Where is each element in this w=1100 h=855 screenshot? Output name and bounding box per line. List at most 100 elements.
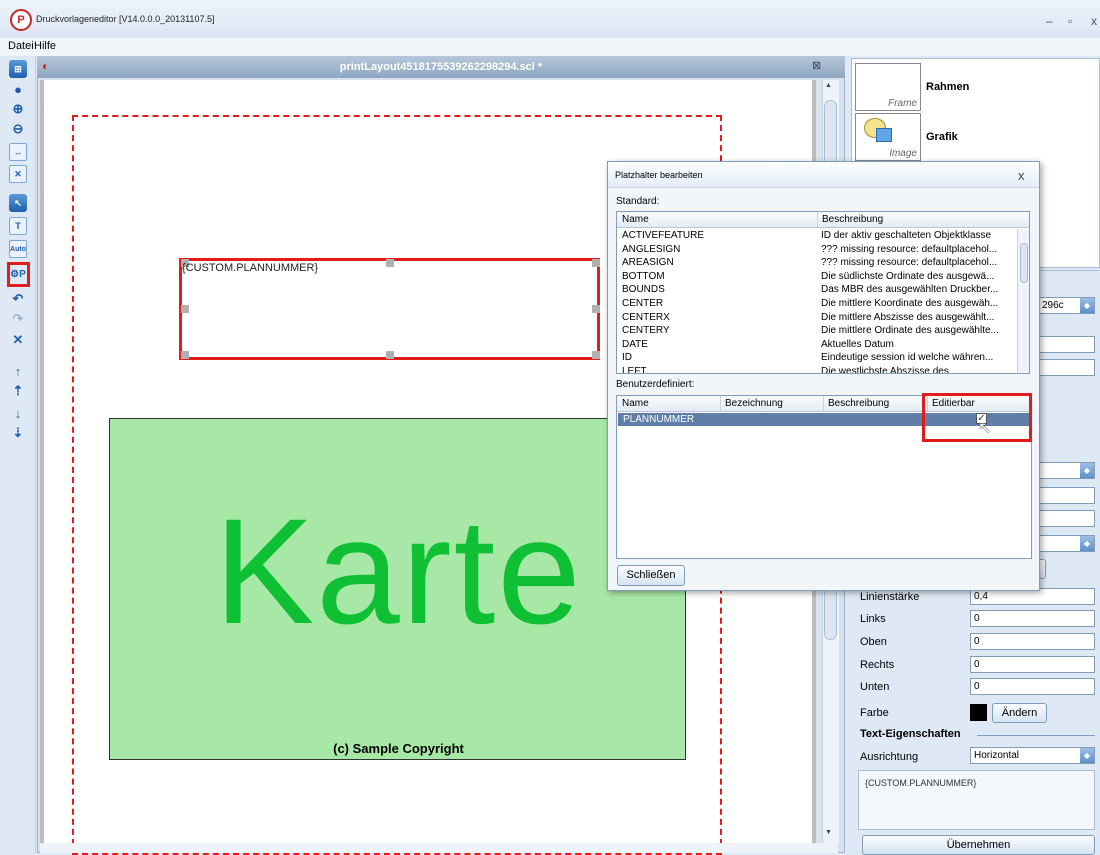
bring-forward-icon[interactable]: ↑	[9, 362, 27, 380]
page-format-combo[interactable]: 296c ◆	[1038, 297, 1095, 314]
oben-label: Oben	[860, 636, 887, 648]
table-row[interactable]: ANGLESIGN ??? missing resource: defaultpl…	[617, 243, 1017, 257]
rechts-field[interactable]: 0	[970, 656, 1095, 673]
undo-icon[interactable]: ↶	[9, 290, 27, 308]
table-row[interactable]: AREASIGN ??? missing resource: defaultpla…	[617, 256, 1017, 270]
table-row[interactable]: CENTERX Die mittlere Abszisse des ausgewä…	[617, 311, 1017, 325]
oben-field[interactable]: 0	[970, 633, 1095, 650]
redo-icon[interactable]: ↷	[9, 310, 27, 328]
chevron-down-icon: ◆	[1080, 298, 1094, 313]
fit-page-icon[interactable]: ✕	[9, 165, 27, 183]
property-field[interactable]	[1038, 487, 1095, 504]
column-beschreibung[interactable]: Beschreibung	[817, 212, 883, 227]
name-cell: CENTER	[622, 297, 664, 309]
document-icon: ◐	[42, 59, 50, 73]
aendern-button[interactable]: Ändern	[992, 703, 1047, 723]
library-item-image[interactable]: Image	[855, 113, 921, 161]
chevron-down-icon: ◆	[1080, 536, 1094, 551]
scroll-thumb[interactable]	[1020, 243, 1028, 283]
property-field[interactable]	[1038, 359, 1095, 376]
table-row[interactable]: BOTTOM Die südlichste Ordinate des ausgew…	[617, 270, 1017, 284]
farbe-swatch[interactable]	[970, 704, 987, 721]
chevron-down-icon: ◆	[1080, 748, 1094, 763]
standard-table-scrollbar[interactable]	[1017, 229, 1029, 373]
table-row[interactable]: ACTIVEFEATURE ID der aktiv geschalteten O…	[617, 229, 1017, 243]
placeholder-text: {CUSTOM.PLANNUMMER}	[182, 262, 319, 274]
ausrichtung-select[interactable]: Horizontal ◆	[970, 747, 1095, 764]
property-combo[interactable]: ◆	[1038, 535, 1095, 552]
property-field[interactable]	[1038, 336, 1095, 353]
document-close-button[interactable]: ⊠	[812, 59, 821, 72]
resize-handle[interactable]	[592, 259, 600, 267]
close-window-button[interactable]: x	[1091, 14, 1097, 28]
name-cell: LEFT	[622, 365, 647, 374]
description-cell: Die westlichste Abszisse des ...	[821, 365, 960, 374]
resize-handle[interactable]	[592, 305, 600, 313]
column-name[interactable]: Name	[622, 396, 649, 411]
table-row[interactable]: CENTER Die mittlere Koordinate des ausgew…	[617, 297, 1017, 311]
pan-icon[interactable]: ●	[9, 80, 27, 98]
description-cell: Die mittlere Koordinate des ausgewäh...	[821, 297, 999, 309]
description-cell: ??? missing resource: defaultplacehol...	[821, 257, 998, 269]
scroll-down-icon[interactable]: ▼	[825, 829, 832, 836]
name-cell: DATE	[622, 338, 648, 350]
property-field[interactable]	[1038, 510, 1095, 527]
resize-handle[interactable]	[592, 351, 600, 359]
description-cell: Das MBR des ausgewählten Druckber...	[821, 284, 999, 296]
description-cell: ??? missing resource: defaultplacehol...	[821, 243, 998, 255]
add-element-icon[interactable]: ⊞	[9, 60, 27, 78]
zoom-out-icon[interactable]: ⊖	[9, 120, 27, 138]
library-item-frame[interactable]: Frame	[855, 63, 921, 111]
column-bezeichnung[interactable]: Bezeichnung	[720, 396, 783, 411]
auto-text-icon[interactable]: Auto	[9, 240, 27, 258]
name-cell: BOUNDS	[622, 284, 665, 296]
send-to-back-icon[interactable]: ⇣	[9, 424, 27, 442]
bring-to-front-icon[interactable]: ⇡	[9, 382, 27, 400]
restore-button[interactable]: ▫	[1068, 14, 1072, 28]
name-cell: CENTERX	[622, 311, 670, 323]
minimize-button[interactable]: –	[1046, 14, 1053, 28]
links-field[interactable]: 0	[970, 610, 1095, 627]
delete-icon[interactable]: ✕	[9, 331, 27, 349]
column-name[interactable]: Name	[622, 212, 649, 227]
dialog-title: Platzhalter bearbeiten	[608, 162, 1039, 188]
horizontal-scrollbar[interactable]	[40, 843, 838, 853]
table-row[interactable]: LEFT Die westlichste Abszisse des ...	[617, 365, 1017, 374]
column-beschreibung[interactable]: Beschreibung	[823, 396, 889, 411]
table-row[interactable]: ID Eindeutige session id welche währen...	[617, 351, 1017, 365]
schliessen-button[interactable]: Schließen	[617, 565, 685, 586]
table-row[interactable]: BOUNDS Das MBR des ausgewählten Druckber.…	[617, 283, 1017, 297]
scroll-up-icon[interactable]: ▲	[825, 82, 832, 89]
text-tool-icon[interactable]: T	[9, 217, 27, 235]
dialog-close-button[interactable]: x	[1018, 168, 1025, 183]
map-element[interactable]: Karte (c) Sample Copyright	[109, 418, 686, 760]
name-cell: PLANNUMMER	[623, 414, 695, 425]
resize-handle[interactable]	[386, 259, 394, 267]
fit-width-icon[interactable]: ↔	[9, 143, 27, 161]
resize-handle[interactable]	[181, 351, 189, 359]
library-name-grafik: Grafik	[926, 131, 958, 143]
table-row[interactable]: CENTERY Die mittlere Ordinate des ausgewä…	[617, 324, 1017, 338]
unten-field[interactable]: 0	[970, 678, 1095, 695]
description-cell: ID der aktiv geschalteten Objektklasse	[821, 230, 992, 241]
resize-handle[interactable]	[386, 351, 394, 359]
send-backward-icon[interactable]: ↓	[9, 404, 27, 422]
editierbar-highlight-marker	[922, 393, 1032, 442]
map-label: Karte	[214, 487, 583, 655]
app-logo-icon: P	[10, 9, 32, 31]
description-cell: Aktuelles Datum	[821, 338, 894, 350]
property-combo[interactable]: ◆	[1038, 462, 1095, 479]
resize-handle[interactable]	[181, 305, 189, 313]
select-tool-icon[interactable]: ↖	[9, 194, 27, 212]
toolbar-highlight-marker	[7, 262, 30, 287]
menu-hilfe[interactable]: Hilfe	[34, 40, 56, 52]
linienstaerke-label: Linienstärke	[860, 591, 920, 603]
uebernehmen-button[interactable]: Übernehmen	[862, 835, 1095, 855]
menu-bar	[0, 38, 1100, 56]
menu-datei[interactable]: Datei	[8, 40, 34, 52]
description-cell: Die südlichste Ordinate des ausgewä...	[821, 270, 995, 282]
ausrichtung-value: Horizontal	[974, 750, 1020, 761]
zoom-in-icon[interactable]: ⊕	[9, 100, 27, 118]
table-row[interactable]: DATE Aktuelles Datum	[617, 338, 1017, 352]
text-content-field[interactable]: {CUSTOM.PLANNUMMER}	[858, 770, 1095, 830]
